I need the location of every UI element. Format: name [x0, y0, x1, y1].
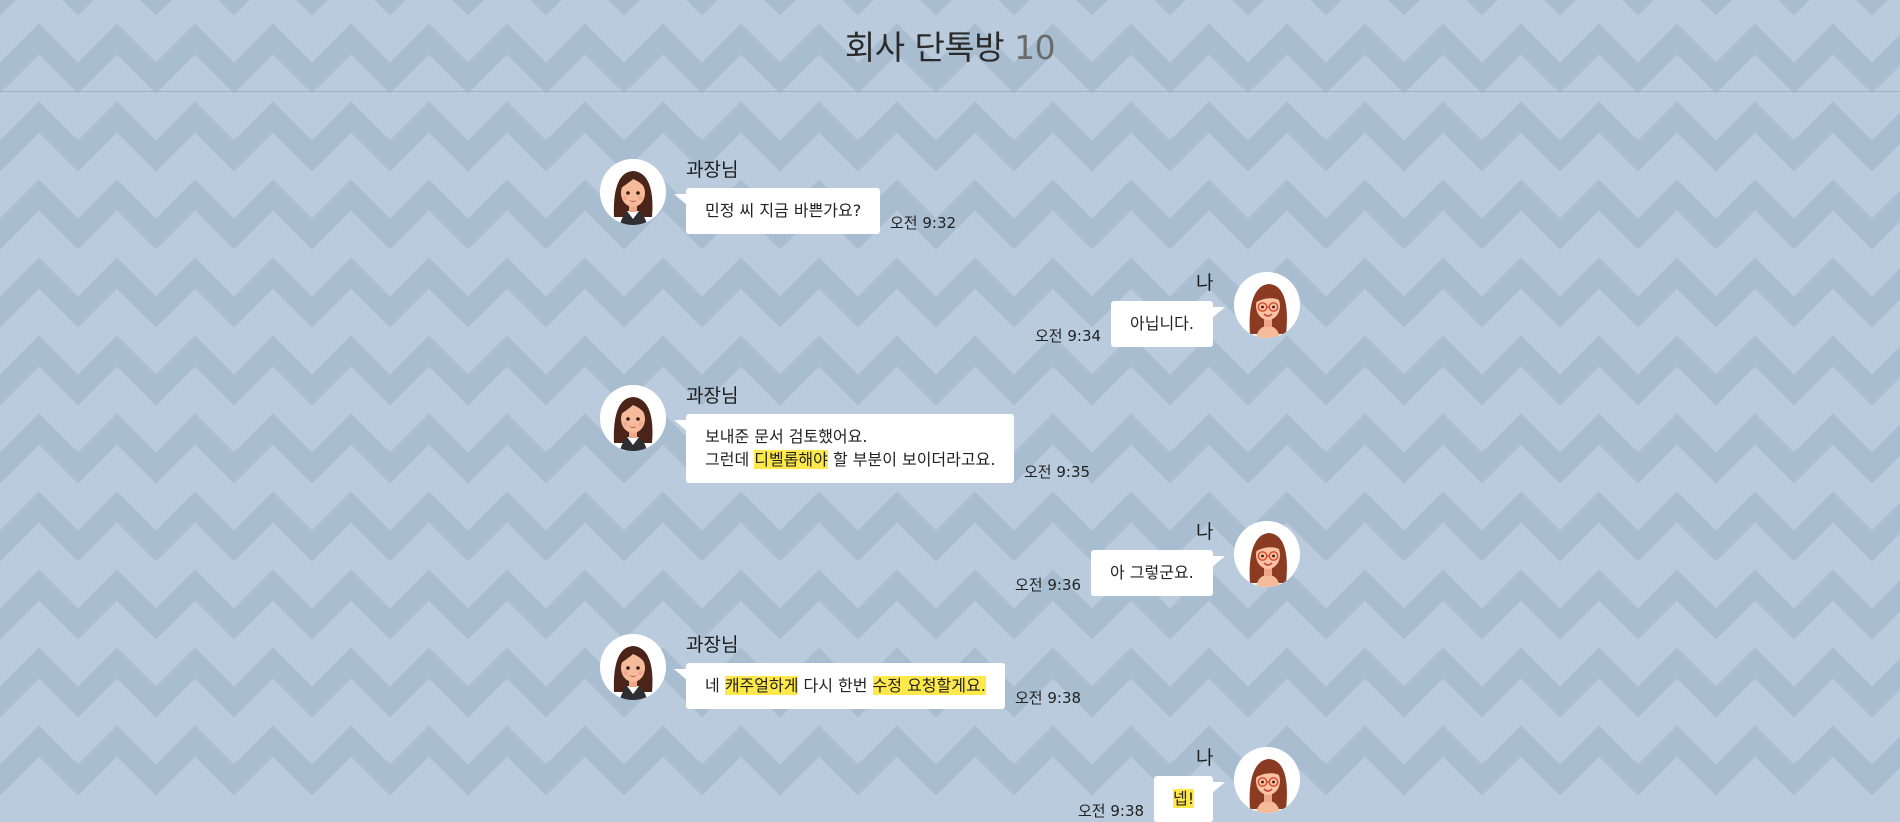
highlighted-text: 넵!	[1173, 789, 1195, 808]
message-line: 아 그렇군요.	[1110, 561, 1194, 584]
message-time: 오전 9:36	[1015, 576, 1082, 594]
sender-name: 과장님	[686, 385, 739, 407]
message-text: 다시 한번	[798, 676, 873, 695]
message-bubble[interactable]: 민정 씨 지금 바쁜가요?	[673, 188, 881, 234]
message-text: 그런데	[705, 450, 755, 469]
message-text: 민정 씨 지금 바쁜가요?	[705, 201, 862, 220]
highlighted-text: 수정 요청할게요.	[872, 676, 986, 695]
message-bubble[interactable]: 아닙니다.	[1111, 301, 1225, 347]
message-time: 오전 9:34	[1035, 327, 1102, 345]
message-line: 민정 씨 지금 바쁜가요?	[705, 199, 861, 222]
message-time: 오전 9:32	[890, 214, 957, 232]
sender-avatar-icon[interactable]	[600, 159, 666, 225]
message-text: 아 그렇군요.	[1110, 563, 1194, 582]
message-line: 아닙니다.	[1130, 312, 1194, 335]
sender-name: 나	[1196, 747, 1214, 769]
message-bubble[interactable]: 보내준 문서 검토했어요. 그런데 디벨롭해야 할 부분이 보이더라고요.	[673, 414, 1015, 483]
message-text: 보내준 문서 검토했어요.	[705, 427, 868, 446]
message-text: 아닙니다.	[1130, 314, 1194, 333]
sender-avatar-icon[interactable]	[600, 385, 666, 451]
message-line: 네 캐주얼하게 다시 한번 수정 요청할게요.	[705, 674, 986, 697]
my-avatar-icon[interactable]	[1234, 521, 1300, 587]
sender-name: 나	[1196, 272, 1214, 294]
message-text: 할 부분이 보이더라고요.	[827, 450, 996, 469]
message-bubble[interactable]: 네 캐주얼하게 다시 한번 수정 요청할게요.	[674, 663, 1005, 709]
message-list: 과장님 민정 씨 지금 바쁜가요? 오전 9:32 나 아닙니다. 오전 9:34 과장님 보…	[0, 0, 1900, 822]
message-bubble[interactable]: 아 그렇군요.	[1091, 550, 1225, 596]
message-time: 오전 9:38	[1015, 689, 1082, 707]
highlighted-text: 디벨롭해야	[754, 450, 828, 469]
message-bubble[interactable]: 넵!	[1154, 776, 1226, 822]
message-time: 오전 9:35	[1024, 463, 1091, 481]
my-avatar-icon[interactable]	[1234, 272, 1300, 338]
sender-name: 과장님	[686, 159, 739, 181]
sender-name: 과장님	[686, 634, 739, 656]
message-line: 그런데 디벨롭해야 할 부분이 보이더라고요.	[705, 448, 995, 471]
message-line: 넵!	[1173, 787, 1195, 810]
message-line: 보내준 문서 검토했어요.	[705, 425, 995, 448]
message-time: 오전 9:38	[1078, 802, 1145, 820]
sender-name: 나	[1196, 521, 1214, 543]
message-text: 네	[705, 676, 725, 695]
highlighted-text: 캐주얼하게	[724, 676, 799, 695]
sender-avatar-icon[interactable]	[600, 634, 666, 700]
my-avatar-icon[interactable]	[1234, 747, 1300, 813]
